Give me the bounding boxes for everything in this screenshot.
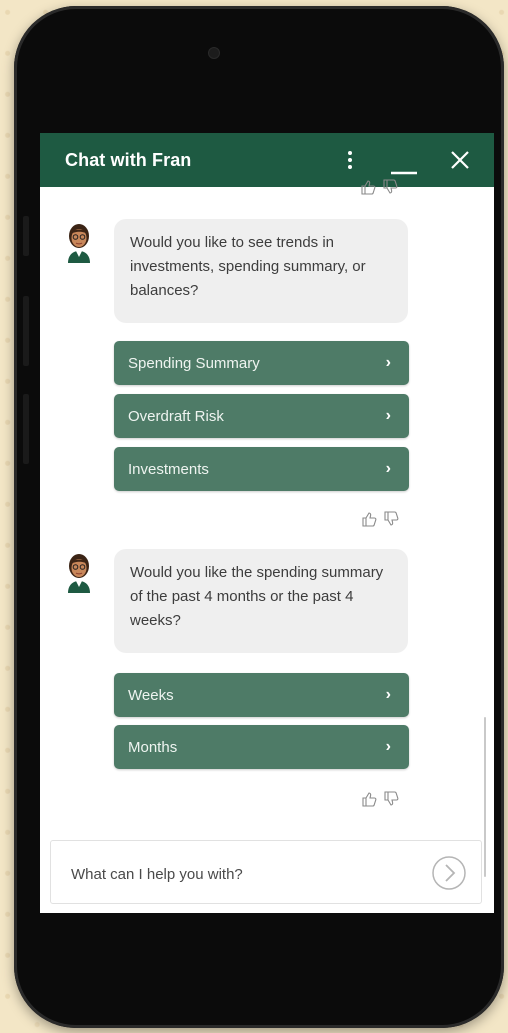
- option-spending-summary[interactable]: Spending Summary ›: [114, 341, 409, 385]
- minimize-icon: [391, 171, 417, 175]
- camera-icon: [209, 48, 219, 58]
- option-months[interactable]: Months ›: [114, 725, 409, 769]
- chat-input[interactable]: [69, 861, 413, 887]
- chevron-right-icon: ›: [385, 460, 391, 477]
- thumbs-down-icon[interactable]: [383, 511, 399, 527]
- message-feedback: [360, 179, 398, 195]
- fran-avatar: [64, 549, 94, 593]
- chevron-right-icon: ›: [385, 407, 391, 424]
- close-button[interactable]: [443, 143, 477, 177]
- phone-side-button: [23, 296, 29, 366]
- option-label: Weeks: [128, 686, 174, 704]
- phone-side-button: [23, 216, 29, 256]
- chevron-right-icon: ›: [385, 738, 391, 755]
- thumbs-up-icon[interactable]: [361, 511, 377, 527]
- option-label: Overdraft Risk: [128, 407, 224, 425]
- minimize-button[interactable]: [387, 143, 421, 177]
- option-label: Months: [128, 738, 178, 756]
- scrollbar[interactable]: [484, 717, 486, 877]
- chat-input-area: [50, 840, 482, 904]
- option-label: Spending Summary: [128, 354, 260, 372]
- menu-button[interactable]: [340, 143, 360, 177]
- send-button[interactable]: [431, 855, 467, 891]
- phone-side-button: [23, 394, 29, 464]
- option-label: Investments: [128, 460, 209, 478]
- thumbs-down-icon[interactable]: [382, 179, 398, 195]
- close-icon: [451, 151, 469, 169]
- send-arrow-icon: [432, 856, 466, 890]
- thumbs-up-icon[interactable]: [361, 791, 377, 807]
- option-overdraft-risk[interactable]: Overdraft Risk ›: [114, 394, 409, 438]
- message-list: Would you like to see trends in investme…: [40, 179, 494, 877]
- message-feedback: [361, 511, 399, 527]
- thumbs-up-icon[interactable]: [360, 179, 376, 195]
- chevron-right-icon: ›: [385, 354, 391, 371]
- fran-avatar: [64, 219, 94, 263]
- bot-message-bubble: Would you like to see trends in investme…: [114, 219, 408, 323]
- chat-window: Chat with Fran Would you like to see tre…: [40, 133, 494, 913]
- bot-message-bubble: Would you like the spending summary of t…: [114, 549, 408, 653]
- chat-header: Chat with Fran: [40, 133, 494, 187]
- chat-title: Chat with Fran: [65, 150, 192, 170]
- vertical-dots-icon: [348, 151, 352, 169]
- message-feedback: [361, 791, 399, 807]
- thumbs-down-icon[interactable]: [383, 791, 399, 807]
- option-weeks[interactable]: Weeks ›: [114, 673, 409, 717]
- chevron-right-icon: ›: [385, 686, 391, 703]
- option-investments[interactable]: Investments ›: [114, 447, 409, 491]
